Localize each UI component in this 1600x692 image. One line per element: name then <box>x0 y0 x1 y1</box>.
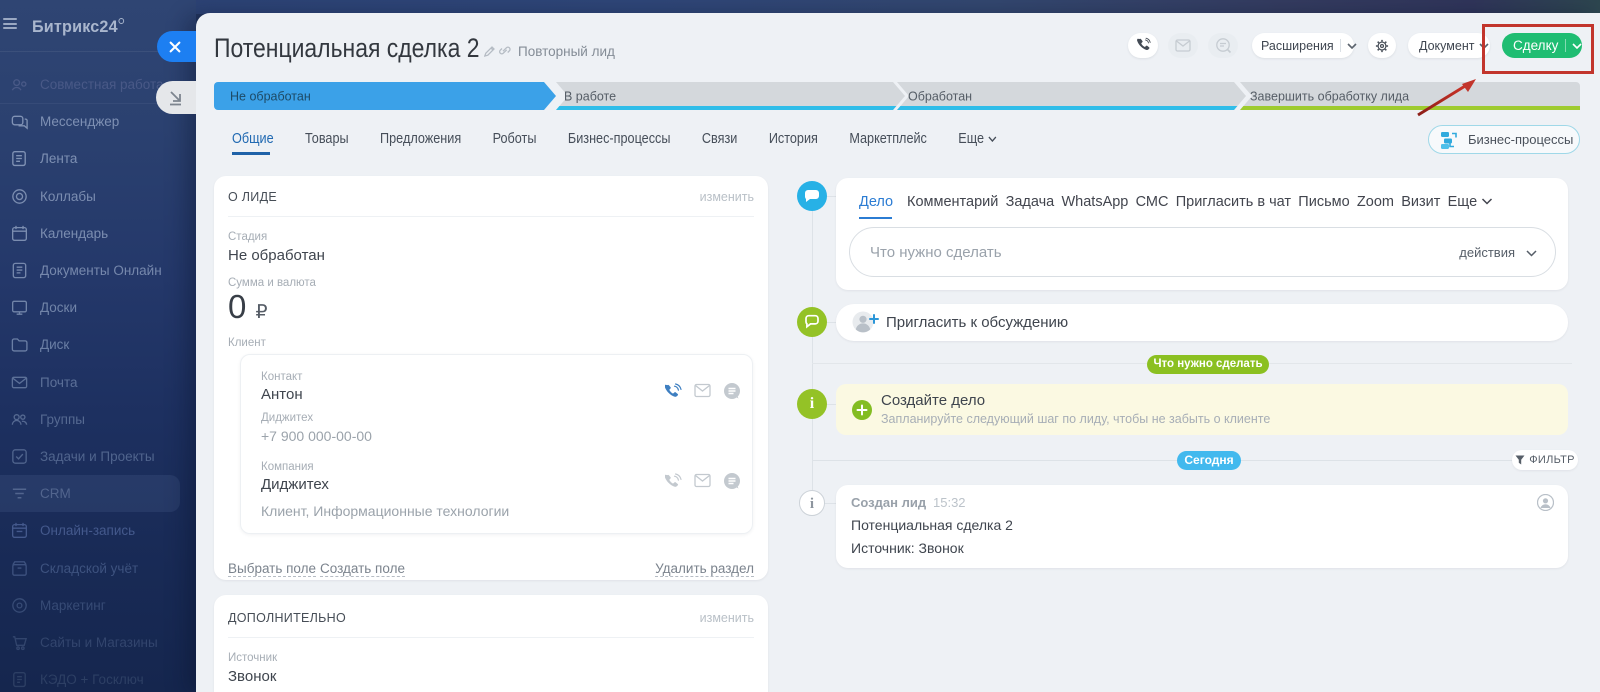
svg-text:Завершить обработку лида: Завершить обработку лида <box>1250 90 1409 104</box>
svg-text:Не обработан: Не обработан <box>230 90 311 104</box>
svg-text:Обработан: Обработан <box>908 90 972 104</box>
svg-text:В работе: В работе <box>564 90 616 104</box>
